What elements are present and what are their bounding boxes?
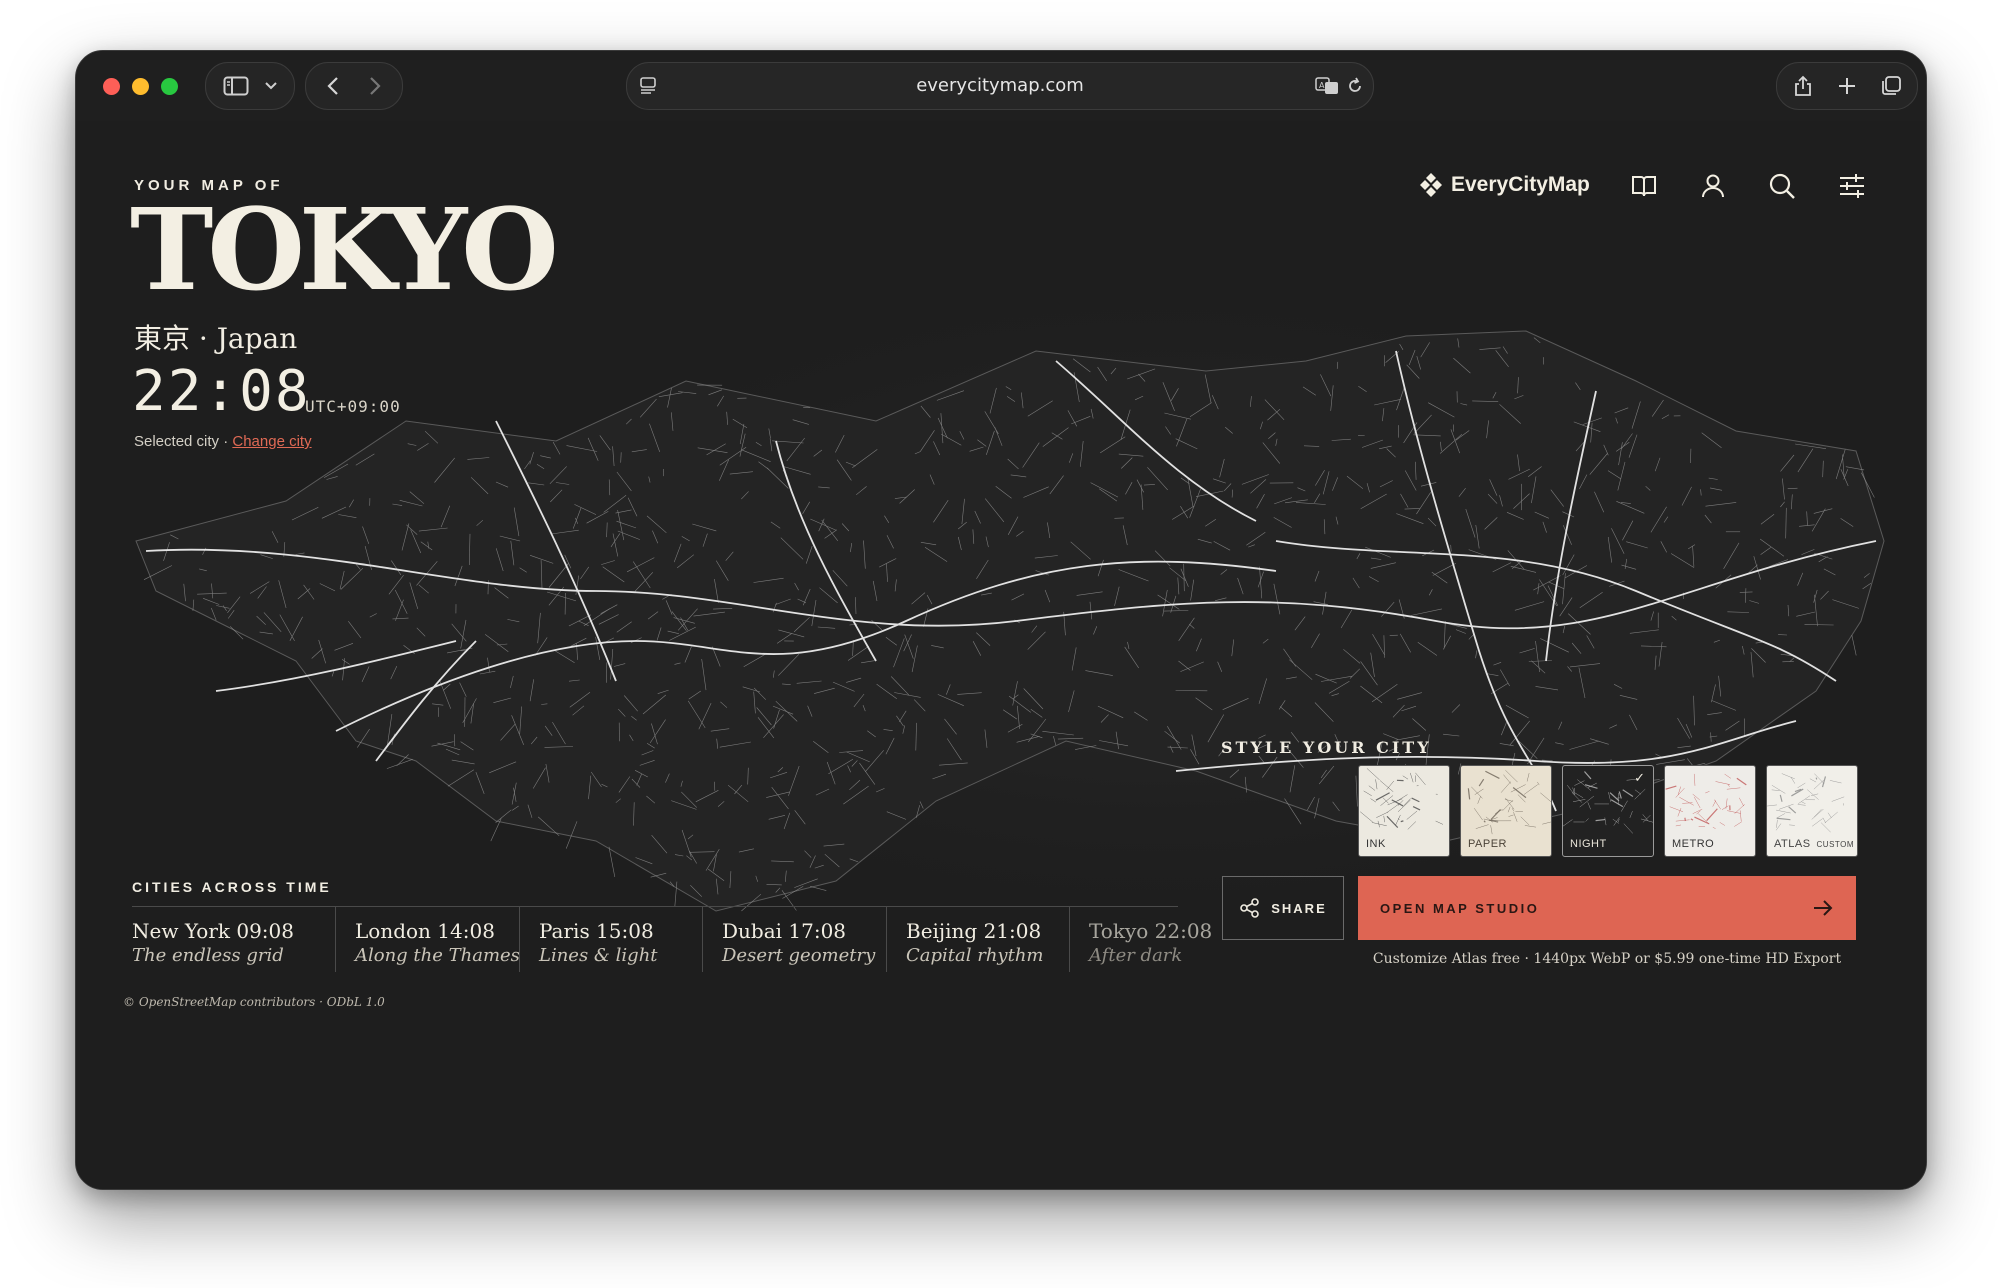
city-column-divider <box>886 907 887 972</box>
chevron-left-icon <box>327 77 338 95</box>
share-page-button[interactable] <box>1783 63 1823 109</box>
sidebar-toggle-button[interactable] <box>216 63 256 109</box>
search-icon[interactable] <box>1767 171 1797 201</box>
sliders-icon[interactable] <box>1837 171 1867 201</box>
pricing-note: Customize Atlas free · 1440px WebP or $5… <box>1372 951 1842 967</box>
utc-offset: UTC+09:00 <box>305 397 401 416</box>
city-subtitle: 東京 · Japan <box>134 322 298 355</box>
city-tagline: The endless grid <box>132 945 284 966</box>
tabs-overview-icon <box>1882 76 1901 95</box>
change-city-link[interactable]: Change city <box>232 433 311 450</box>
window-actions-group <box>1776 62 1918 110</box>
minimize-window-button[interactable] <box>132 78 149 95</box>
city-time-name: Paris 15:08 <box>539 919 654 943</box>
style-tile-paper[interactable]: PAPER <box>1460 765 1552 857</box>
style-section-label: STYLE YOUR CITY <box>1221 738 1432 757</box>
style-tile-label: PAPER <box>1468 838 1507 850</box>
address-bar[interactable]: everycitymap.com A <box>626 62 1374 110</box>
brand-mark-icon <box>1420 173 1442 197</box>
browser-window: everycitymap.com A YOUR MAP OF TOKYO 東京 … <box>75 50 1927 1190</box>
forward-button[interactable] <box>356 63 394 109</box>
style-tile-atlas[interactable]: ATLAS CUSTOM <box>1766 765 1858 857</box>
chevron-down-icon <box>265 82 277 90</box>
style-tile-label: ATLAS CUSTOM <box>1774 838 1854 850</box>
arrow-right-icon <box>1814 900 1833 916</box>
page-content: YOUR MAP OF TOKYO 東京 · Japan 22:08 UTC+0… <box>76 121 1926 1189</box>
cities-across-time-label: CITIES ACROSS TIME <box>132 879 332 895</box>
selected-city-line: Selected city · Change city <box>134 433 312 450</box>
tab-overview-button[interactable] <box>1871 63 1911 109</box>
city-time-name: Beijing 21:08 <box>906 919 1042 943</box>
style-name: PAPER <box>1468 838 1507 850</box>
style-name: METRO <box>1672 838 1715 850</box>
browser-toolbar: everycitymap.com A <box>76 51 1926 121</box>
style-name: ATLAS <box>1774 838 1811 850</box>
city-tagline: Desert geometry <box>722 945 876 966</box>
custom-badge: CUSTOM <box>1816 840 1855 849</box>
style-tile-metro[interactable]: METRO <box>1664 765 1756 857</box>
history-nav-group <box>305 62 403 110</box>
style-tile-ink[interactable]: INK <box>1358 765 1450 857</box>
svg-text:A: A <box>1319 81 1325 90</box>
style-name: NIGHT <box>1570 838 1607 850</box>
sidebar-toggle-group <box>205 62 295 110</box>
reload-icon[interactable] <box>1345 76 1365 96</box>
city-column-divider <box>702 907 703 972</box>
sidebar-icon <box>223 76 249 96</box>
share-nodes-icon <box>1240 898 1260 918</box>
book-icon[interactable] <box>1629 171 1659 201</box>
city-tagline: After dark <box>1089 945 1183 966</box>
open-map-studio-button[interactable]: OPEN MAP STUDIO <box>1358 876 1856 940</box>
back-button[interactable] <box>314 63 352 109</box>
share-label: SHARE <box>1271 900 1327 916</box>
url-text: everycitymap.com <box>916 75 1084 96</box>
city-time-name: Dubai 17:08 <box>722 919 847 943</box>
city-time-name: London 14:08 <box>355 919 495 943</box>
open-map-studio-label: OPEN MAP STUDIO <box>1380 900 1540 916</box>
new-tab-button[interactable] <box>1827 63 1867 109</box>
city-time-name: Tokyo 22:08 <box>1089 919 1213 943</box>
plus-icon <box>1839 78 1855 94</box>
style-name: INK <box>1366 838 1386 850</box>
brand-name: EveryCityMap <box>1451 173 1590 196</box>
city-column-divider <box>1069 907 1070 972</box>
style-tile-label: METRO <box>1672 838 1714 850</box>
city-time-name: New York 09:08 <box>132 919 294 943</box>
city-tagline: Lines & light <box>539 945 658 966</box>
share-button[interactable]: SHARE <box>1222 876 1344 940</box>
selected-check-icon: ✓ <box>1634 770 1645 785</box>
style-tile-label: NIGHT <box>1570 838 1607 850</box>
tab-groups-dropdown[interactable] <box>258 63 284 109</box>
city-tagline: Capital rhythm <box>906 945 1044 966</box>
cities-divider <box>132 906 1178 907</box>
translate-icon[interactable]: A <box>1315 76 1341 96</box>
map-attribution: © OpenStreetMap contributors · ODbL 1.0 <box>123 995 385 1009</box>
city-column-divider <box>519 907 520 972</box>
style-tile-night[interactable]: NIGHT ✓ <box>1562 765 1654 857</box>
brand-logo[interactable]: EveryCityMap <box>1419 169 1590 201</box>
zoom-window-button[interactable] <box>161 78 178 95</box>
style-tile-label: INK <box>1366 838 1386 850</box>
city-title: TOKYO <box>130 185 559 316</box>
chevron-right-icon <box>370 77 381 95</box>
user-icon[interactable] <box>1698 171 1728 201</box>
local-time: 22:08 <box>132 359 311 424</box>
close-window-button[interactable] <box>103 78 120 95</box>
share-up-icon <box>1795 75 1811 96</box>
city-column-divider <box>335 907 336 972</box>
selected-city-label: Selected city · <box>134 433 233 450</box>
city-tagline: Along the Thames <box>355 945 520 966</box>
